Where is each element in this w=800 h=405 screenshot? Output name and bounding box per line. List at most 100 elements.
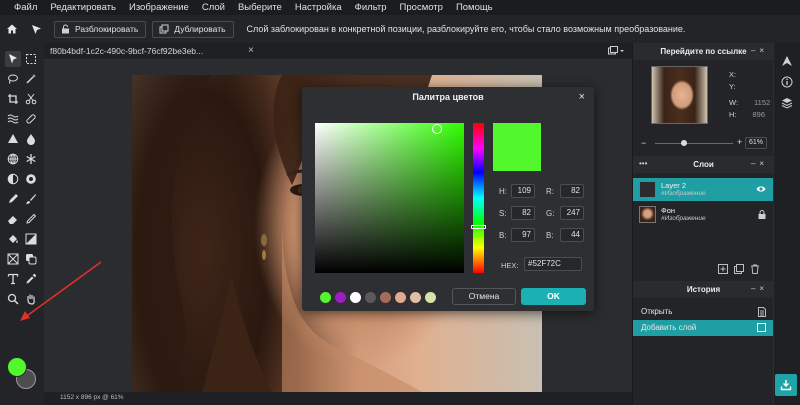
hue-slider[interactable] [473,123,484,273]
scissors-icon[interactable] [23,91,39,107]
pencil-icon[interactable] [23,211,39,227]
foreground-color-swatch[interactable] [7,357,27,377]
duplicate-button[interactable]: Дублировать [152,20,234,38]
hex-label: HEX: [501,261,519,270]
zoom-in-button[interactable]: + [737,137,742,147]
swatch-white[interactable] [350,292,361,303]
move-tool-icon[interactable] [24,15,48,43]
hex-input[interactable]: #52F72C [524,257,582,271]
brightness-input[interactable]: 97 [511,228,535,242]
cancel-button[interactable]: Отмена [452,288,516,305]
ok-button[interactable]: OK [521,288,586,305]
zoom-slider-handle[interactable] [681,140,687,146]
hand-icon[interactable] [23,291,39,307]
dialog-close-icon[interactable]: × [579,91,585,103]
close-tab-icon[interactable]: × [248,45,254,56]
text-icon[interactable] [5,271,21,287]
menu-edit[interactable]: Редактировать [50,2,116,13]
zoom-slider[interactable] [655,143,733,144]
duplicate-label: Дублировать [174,24,226,34]
snowflake-icon[interactable] [23,151,39,167]
duplicate-layer-icon[interactable] [734,264,744,274]
menu-layer[interactable]: Слой [202,2,225,13]
liquify-icon[interactable] [5,111,21,127]
dodge-icon[interactable] [5,171,21,187]
window-layout-icon[interactable] [608,46,624,58]
layer-thumbnail [639,181,656,198]
lasso-icon[interactable] [5,71,21,87]
layer-row[interactable]: Layer 2 #Изображение [633,178,774,201]
navigator-panel-icon[interactable] [781,55,793,69]
crop-icon[interactable] [5,91,21,107]
panel-controls-icon[interactable]: –× [751,46,768,55]
hue-slider-handle[interactable] [471,225,486,229]
eraser-icon[interactable] [5,211,21,227]
menu-help[interactable]: Помощь [456,2,493,13]
panel-controls-icon[interactable]: –× [751,159,768,168]
menu-image[interactable]: Изображение [129,2,189,13]
magic-wand-icon[interactable] [23,71,39,87]
menu-file[interactable]: Файл [14,2,37,13]
hue-label: H: [499,187,507,196]
swatch-peach[interactable] [395,292,406,303]
history-item[interactable]: Добавить слой [633,320,774,336]
blur-drop-icon[interactable] [23,131,39,147]
history-item[interactable]: Открыть [633,304,774,320]
options-bar: Разблокировать Дублировать Слой заблокир… [0,15,800,43]
fill-bucket-icon[interactable] [5,231,21,247]
sponge-icon[interactable] [23,171,39,187]
layer-name: Layer 2 [661,181,687,190]
globe-icon[interactable] [5,151,21,167]
blue-input[interactable]: 44 [560,228,584,242]
right-icon-strip [773,43,800,405]
brush-icon[interactable] [23,191,39,207]
unlock-button[interactable]: Разблокировать [54,20,147,38]
swatch-brown[interactable] [380,292,391,303]
document-tab[interactable]: f80b4bdf-1c2c-490c-9bcf-76cf92be3eb... × [44,43,632,60]
eye-icon[interactable] [756,185,766,195]
eyedropper-icon[interactable] [23,271,39,287]
nav-x: X: [729,70,737,79]
red-input[interactable]: 82 [560,184,584,198]
add-layer-icon[interactable] [718,264,728,274]
swatch-green[interactable] [320,292,331,303]
nav-y: Y: [729,82,736,91]
menu-select[interactable]: Выберите [238,2,282,13]
navigator-thumbnail[interactable] [651,66,708,124]
delete-layer-icon[interactable] [750,264,760,274]
home-icon[interactable] [0,15,24,43]
export-button[interactable] [775,374,797,396]
sharpen-icon[interactable] [5,131,21,147]
gradient-icon[interactable] [23,231,39,247]
saturation-value-picker[interactable] [315,123,464,273]
swatch-light-green[interactable] [425,292,436,303]
menu-adjust[interactable]: Настройка [295,2,342,13]
saturation-input[interactable]: 82 [511,206,535,220]
shape-icon[interactable] [23,251,39,267]
green-input[interactable]: 247 [560,206,584,220]
menu-view[interactable]: Просмотр [400,2,443,13]
heal-icon[interactable] [23,111,39,127]
tool-panel [0,43,44,405]
layer-row[interactable]: Фон #Изображение [633,203,774,226]
zoom-out-button[interactable]: − [641,138,646,148]
info-panel-icon[interactable] [781,76,793,90]
zoom-icon[interactable] [5,291,21,307]
dialog-title: Палитра цветов [412,92,484,102]
pen-icon[interactable] [5,191,21,207]
color-picker-handle[interactable] [432,124,442,134]
lock-icon[interactable] [758,210,766,221]
layers-panel-icon[interactable] [781,97,793,111]
marquee-icon[interactable] [23,51,39,67]
swatch-beige[interactable] [410,292,421,303]
move-arrow-icon[interactable] [5,51,21,67]
frame-icon[interactable] [5,251,21,267]
swatch-purple[interactable] [335,292,346,303]
status-bar: 1152 x 896 px @ 61% [44,392,632,405]
zoom-value[interactable]: 61% [745,137,767,149]
swatch-gray[interactable] [365,292,376,303]
menu-filter[interactable]: Фильтр [355,2,387,13]
hue-input[interactable]: 109 [511,184,535,198]
panel-controls-icon[interactable]: –× [751,284,768,293]
nav-width: W: 1152 [729,98,771,107]
